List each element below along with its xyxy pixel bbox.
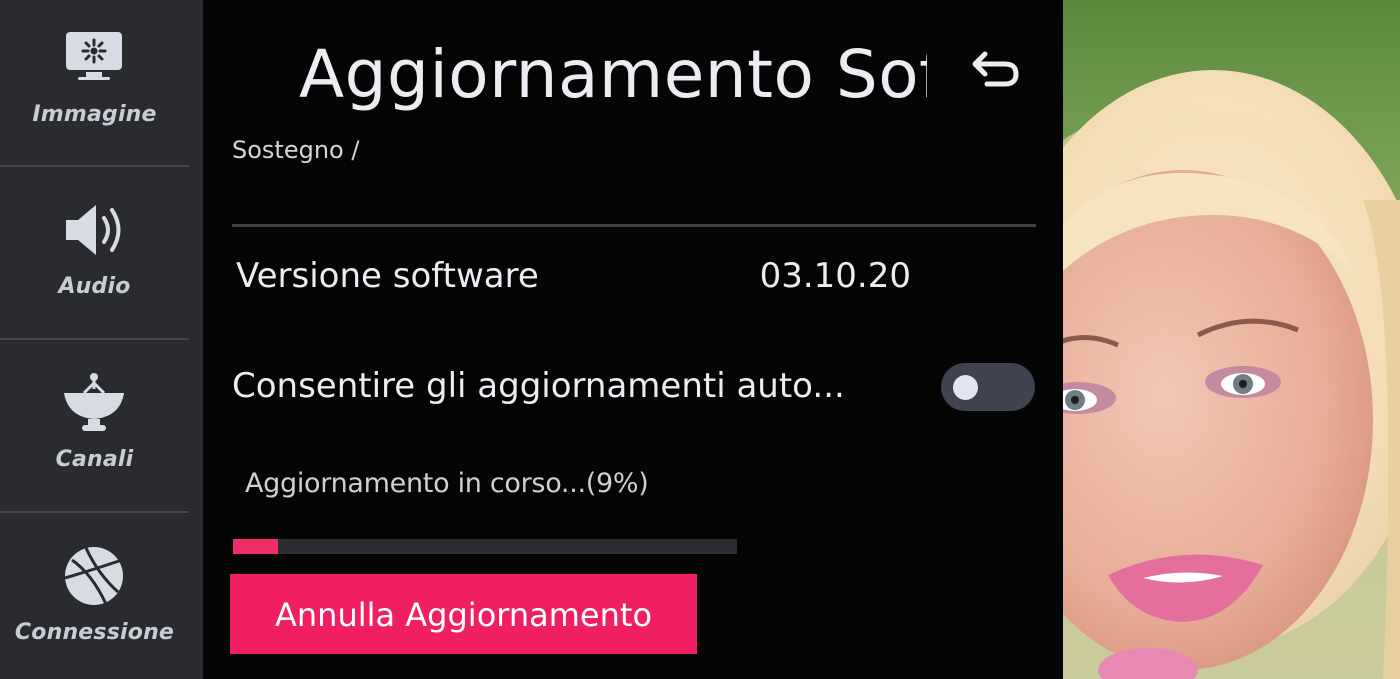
header-divider (232, 224, 1036, 227)
sidebar-divider (0, 511, 189, 513)
breadcrumb[interactable]: Sostegno / (232, 136, 359, 164)
tv-picture-image (1063, 0, 1400, 679)
sidebar-divider (0, 165, 189, 167)
live-tv-picture (1063, 0, 1400, 679)
sidebar-item-immagine[interactable]: Immagine (0, 0, 189, 172)
update-progress-fill (233, 539, 279, 554)
settings-sidebar: Immagine Audio Canali Connessione (0, 0, 203, 679)
back-arrow-icon (972, 51, 1019, 87)
sidebar-item-label: Connessione (14, 620, 175, 645)
cancel-update-button[interactable]: Annulla Aggiornamento (230, 574, 697, 654)
picture-icon (66, 32, 122, 80)
page-title: Aggiornamento Software (299, 36, 927, 113)
software-version-row[interactable]: Versione software 03.10.20 (232, 256, 1037, 308)
page-title-container: Aggiornamento Software (299, 32, 927, 122)
update-status-text: Aggiornamento in corso...(9%) (245, 468, 649, 499)
speaker-icon (66, 205, 121, 255)
auto-update-label: Consentire gli aggiornamenti auto... (232, 366, 845, 406)
sidebar-divider (0, 338, 189, 340)
update-progress-bar (233, 539, 737, 554)
back-button[interactable] (971, 46, 1021, 90)
software-update-panel: Aggiornamento Software Sostegno / Versio… (203, 0, 1063, 679)
satellite-dish-icon (64, 373, 124, 431)
software-version-value: 03.10.20 (759, 256, 911, 296)
toggle-knob (953, 375, 978, 400)
tv-settings-screen: Immagine Audio Canali Connessione Aggior… (0, 0, 1400, 679)
sidebar-item-label: Audio (58, 274, 131, 299)
sidebar-item-label: Canali (55, 447, 134, 472)
auto-update-row[interactable]: Consentire gli aggiornamenti auto... (232, 366, 1037, 418)
sidebar-item-audio[interactable]: Audio (0, 172, 189, 344)
globe-icon (64, 547, 123, 605)
sidebar-item-label: Immagine (32, 102, 157, 127)
auto-update-toggle[interactable] (941, 363, 1035, 411)
software-version-label: Versione software (236, 256, 539, 296)
sidebar-item-canali[interactable]: Canali (0, 345, 189, 517)
sidebar-item-connessione[interactable]: Connessione (0, 518, 189, 679)
